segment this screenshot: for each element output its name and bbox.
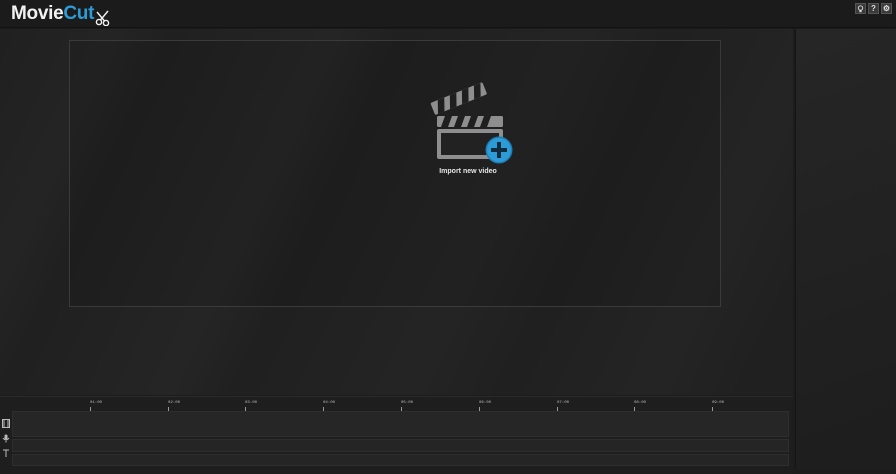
import-video-button[interactable]: Import new video bbox=[418, 74, 518, 179]
top-bar: MovieCut ? ⚙ bbox=[0, 0, 896, 28]
logo-text-cut: Cut bbox=[63, 3, 95, 24]
main-stage: Import new video bbox=[0, 29, 793, 395]
track-icons bbox=[1, 419, 11, 464]
ruler-tick: 09:00 bbox=[712, 401, 725, 411]
scissors-icon bbox=[95, 10, 110, 26]
bulb-icon[interactable] bbox=[855, 3, 866, 14]
ruler-tick: 04:00 bbox=[323, 401, 336, 411]
film-strip-icon bbox=[1, 419, 10, 428]
import-label: Import new video bbox=[439, 168, 497, 175]
video-preview-area[interactable]: Import new video bbox=[69, 40, 721, 307]
help-icon[interactable]: ? bbox=[868, 3, 879, 14]
header-actions: ? ⚙ bbox=[855, 3, 892, 14]
timeline-ruler[interactable]: 01:00 02:00 03:00 04:00 05:00 06:00 07:0… bbox=[12, 401, 789, 411]
ruler-tick: 05:00 bbox=[401, 401, 414, 411]
audio-track[interactable] bbox=[12, 439, 789, 452]
ruler-tick: 03:00 bbox=[245, 401, 258, 411]
microphone-icon bbox=[1, 434, 10, 443]
text-icon bbox=[1, 449, 10, 458]
video-track[interactable] bbox=[12, 411, 789, 437]
ruler-tick: 01:00 bbox=[90, 401, 103, 411]
text-track[interactable] bbox=[12, 454, 789, 466]
app-logo: MovieCut bbox=[11, 3, 110, 26]
ruler-tick: 06:00 bbox=[479, 401, 492, 411]
ruler-tick: 07:00 bbox=[557, 401, 570, 411]
settings-icon[interactable]: ⚙ bbox=[881, 3, 892, 14]
timeline: 01:00 02:00 03:00 04:00 05:00 06:00 07:0… bbox=[0, 396, 793, 474]
side-panel bbox=[795, 29, 896, 469]
logo-text-movie: Movie bbox=[11, 3, 64, 24]
clapperboard-icon bbox=[430, 82, 513, 164]
moviecut-app: MovieCut ? ⚙ Import new video 01:00 02:0… bbox=[0, 0, 896, 474]
ruler-tick: 02:00 bbox=[168, 401, 181, 411]
ruler-tick: 08:00 bbox=[634, 401, 647, 411]
